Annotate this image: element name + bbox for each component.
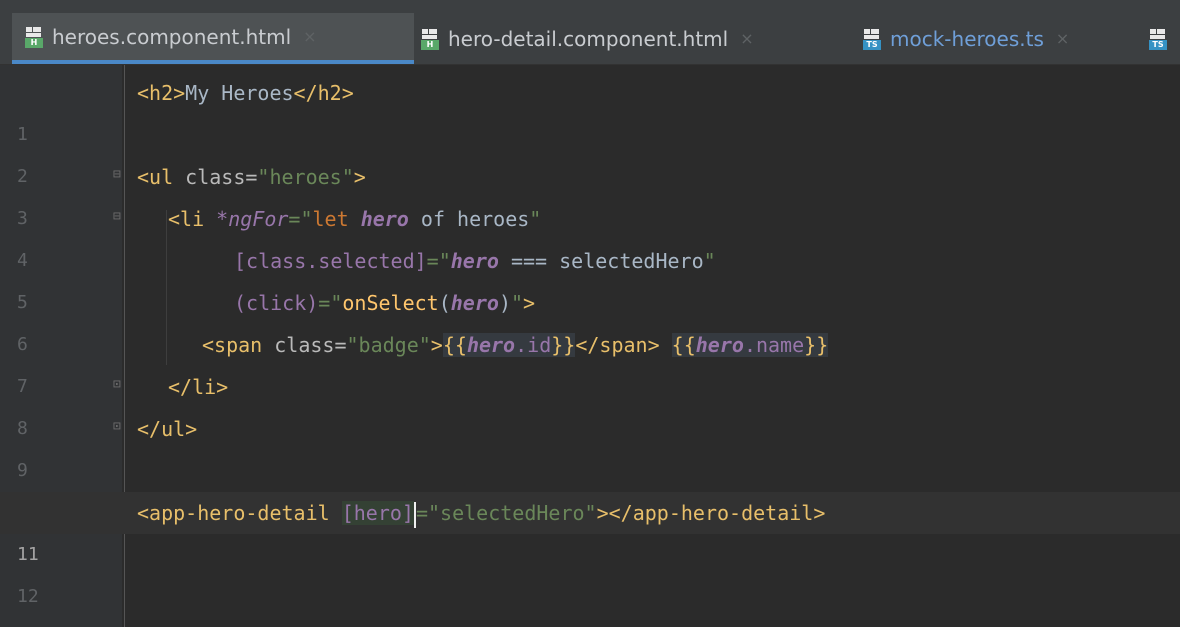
tab-mock-heroes-ts[interactable]: TS mock-heroes.ts × bbox=[862, 13, 1069, 64]
code-line-5[interactable]: 5 [class.selected]="hero === selectedHer… bbox=[0, 240, 1180, 313]
code-line-1[interactable]: 1 <h2>My Heroes</h2> bbox=[0, 72, 1180, 145]
code-line-3[interactable]: 3 ⊟ <ul class="heroes"> bbox=[0, 156, 1180, 229]
code-line-11[interactable]: 11 <app-hero-detail [hero] ="selectedHero… bbox=[0, 492, 1180, 565]
code-line-4[interactable]: 4 ⊟ <li *ngFor="let hero of heroes" bbox=[0, 198, 1180, 271]
editor-tab-bar: H heroes.component.html × H hero-detail.… bbox=[0, 0, 1180, 65]
code-line-6[interactable]: 6 (click)="onSelect(hero)"> bbox=[0, 282, 1180, 355]
tab-heroes-component-html[interactable]: H heroes.component.html × bbox=[12, 13, 414, 64]
tab-overflow[interactable]: TS bbox=[1148, 13, 1180, 64]
code-line-2[interactable]: 2 bbox=[0, 114, 1180, 187]
close-icon[interactable]: × bbox=[740, 29, 753, 48]
code-line-8[interactable]: 8 ⊡ </li> bbox=[0, 366, 1180, 439]
ts-file-icon: TS bbox=[1148, 28, 1168, 50]
line-number: 12 bbox=[17, 586, 39, 607]
code-line-10[interactable]: 10 bbox=[0, 450, 1180, 523]
html-file-icon: H bbox=[420, 28, 440, 50]
code-line-12[interactable]: 12 bbox=[0, 534, 1180, 607]
fold-icon[interactable]: ⊡ bbox=[113, 420, 125, 434]
code-line-7[interactable]: 7 <span class="badge">{{hero.id}}</span>… bbox=[0, 324, 1180, 397]
fold-icon[interactable]: ⊡ bbox=[113, 378, 125, 392]
code-editor: H heroes.component.html × H hero-detail.… bbox=[0, 0, 1180, 627]
code-line-9[interactable]: 9 ⊡ </ul> bbox=[0, 408, 1180, 481]
html-file-icon: H bbox=[24, 26, 44, 48]
tab-hero-detail-component-html[interactable]: H hero-detail.component.html × bbox=[420, 13, 754, 64]
tab-label: heroes.component.html bbox=[52, 24, 292, 49]
tab-label: hero-detail.component.html bbox=[448, 26, 729, 51]
ts-file-icon: TS bbox=[862, 28, 882, 50]
fold-icon[interactable]: ⊟ bbox=[113, 210, 125, 224]
fold-icon[interactable]: ⊟ bbox=[113, 168, 125, 182]
close-icon[interactable]: × bbox=[303, 27, 316, 46]
tab-label: mock-heroes.ts bbox=[890, 26, 1044, 51]
close-icon[interactable]: × bbox=[1056, 29, 1069, 48]
